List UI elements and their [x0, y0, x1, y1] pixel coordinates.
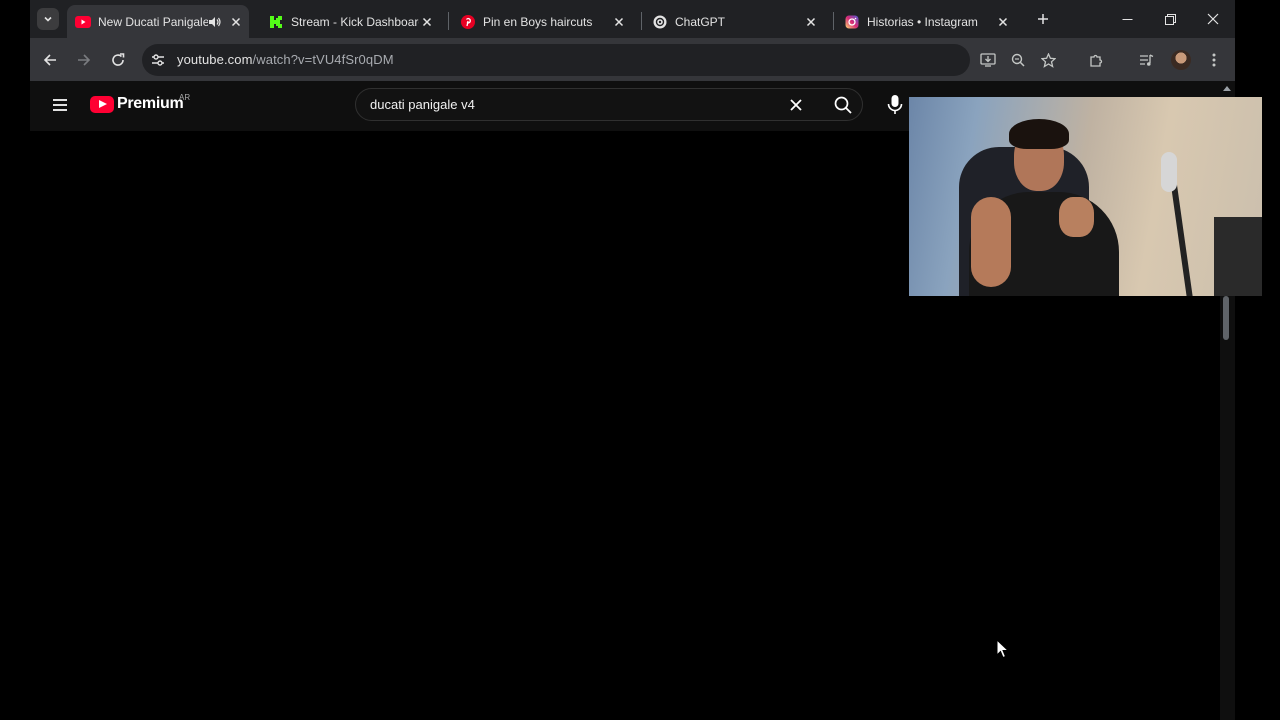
tab-separator	[448, 12, 449, 30]
install-icon	[980, 53, 996, 67]
chevron-down-icon	[44, 16, 52, 22]
tab-title: Historias • Instagram	[867, 14, 978, 29]
close-tab-icon[interactable]	[803, 14, 819, 30]
extensions-button[interactable]	[1084, 48, 1108, 72]
scrollbar-thumb[interactable]	[1223, 296, 1229, 340]
region-code: AR	[179, 93, 191, 102]
tab-separator	[833, 12, 834, 30]
clear-search-icon[interactable]	[786, 95, 806, 115]
tab-search-button[interactable]	[37, 8, 59, 30]
search-icon	[834, 96, 852, 114]
scroll-up-arrow[interactable]	[1223, 86, 1231, 91]
tab-youtube[interactable]: New Ducati Panigale	[67, 5, 249, 38]
microphone-icon[interactable]	[885, 94, 905, 116]
search-box[interactable]: ducati panigale v4	[355, 88, 863, 121]
tab-pinterest[interactable]: Pin en Boys haircuts	[452, 5, 632, 38]
search-input[interactable]: ducati panigale v4	[370, 97, 475, 112]
tab-title: Pin en Boys haircuts	[483, 14, 593, 29]
search-button[interactable]	[823, 88, 863, 121]
forward-button[interactable]	[72, 48, 96, 72]
youtube-premium-logo[interactable]: Premium	[90, 95, 184, 113]
install-app-button[interactable]	[976, 48, 1000, 72]
url-host: youtube.com	[177, 52, 253, 67]
webcam-equipment	[1214, 217, 1262, 296]
webcam-mic-stand	[1170, 182, 1194, 296]
webcam-overlay	[909, 97, 1262, 296]
webcam-person-hand	[1059, 197, 1094, 237]
close-tab-icon[interactable]	[228, 14, 244, 30]
address-bar[interactable]: youtube.com/watch?v=tVU4fSr0qDM	[142, 44, 970, 76]
close-tab-icon[interactable]	[995, 14, 1011, 30]
mouse-cursor-icon	[996, 639, 1010, 659]
webcam-microphone	[1161, 152, 1177, 192]
profile-avatar[interactable]	[1171, 50, 1191, 70]
close-tab-icon[interactable]	[611, 14, 627, 30]
puzzle-icon	[1089, 54, 1102, 67]
close-tab-icon[interactable]	[419, 14, 435, 30]
site-settings-icon[interactable]	[150, 52, 166, 68]
new-tab-button[interactable]	[1033, 9, 1053, 29]
close-icon	[1207, 13, 1219, 25]
tab-strip: New Ducati Panigale Stream - Kick Dashbo…	[30, 0, 1235, 38]
media-control-button[interactable]	[1134, 48, 1158, 72]
plus-icon	[1038, 14, 1048, 24]
reload-icon	[112, 53, 125, 66]
tab-title: New Ducati Panigale	[98, 14, 208, 29]
instagram-icon	[844, 14, 860, 30]
minimize-icon	[1122, 18, 1132, 20]
minimize-button[interactable]	[1107, 5, 1147, 33]
chatgpt-icon	[652, 14, 668, 30]
tab-kick[interactable]: Stream - Kick Dashboard	[260, 5, 440, 38]
webcam-person-arm	[971, 197, 1011, 287]
bookmark-button[interactable]	[1036, 48, 1060, 72]
youtube-icon	[75, 14, 91, 30]
arrow-right-icon	[78, 54, 91, 66]
kick-icon	[268, 14, 284, 30]
zoom-button[interactable]	[1006, 48, 1030, 72]
star-icon	[1040, 52, 1056, 68]
tab-instagram[interactable]: Historias • Instagram	[836, 5, 1016, 38]
playlist-music-icon	[1139, 53, 1153, 66]
restore-icon	[1164, 13, 1176, 25]
youtube-logo-icon	[90, 95, 114, 113]
menu-button[interactable]	[1202, 48, 1226, 72]
browser-toolbar: youtube.com/watch?v=tVU4fSr0qDM	[30, 38, 1235, 81]
arrow-left-icon	[43, 54, 56, 66]
close-window-button[interactable]	[1193, 5, 1233, 33]
back-button[interactable]	[38, 48, 62, 72]
pinterest-icon	[460, 14, 476, 30]
tab-chatgpt[interactable]: ChatGPT	[644, 5, 824, 38]
tab-separator	[641, 12, 642, 30]
zoom-icon	[1011, 53, 1025, 67]
url-text: youtube.com/watch?v=tVU4fSr0qDM	[177, 52, 394, 67]
tab-title: ChatGPT	[675, 14, 726, 29]
tab-title: Stream - Kick Dashboard	[291, 14, 419, 29]
logo-text: Premium	[117, 95, 184, 112]
speaker-icon[interactable]	[208, 15, 222, 29]
webcam-person-hair	[1009, 119, 1069, 149]
more-vert-icon	[1212, 53, 1216, 67]
restore-button[interactable]	[1150, 5, 1190, 33]
hamburger-menu-icon[interactable]	[50, 95, 70, 115]
url-path: /watch?v=tVU4fSr0qDM	[252, 52, 394, 67]
reload-button[interactable]	[106, 48, 130, 72]
